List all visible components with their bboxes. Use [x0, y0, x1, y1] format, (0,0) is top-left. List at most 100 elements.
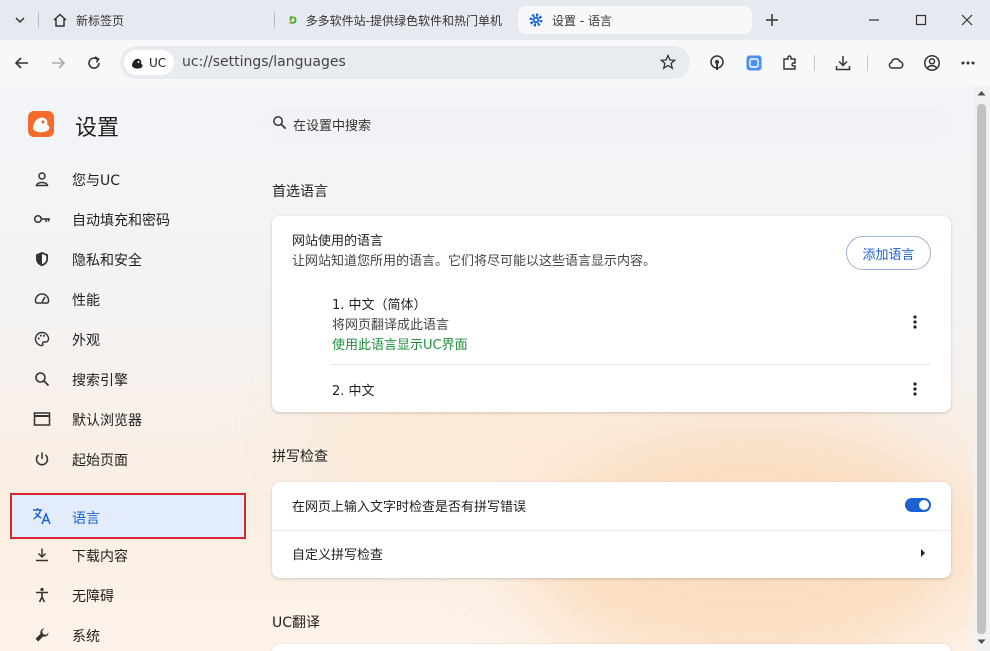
sidebar-item-you-and-uc[interactable]: 您与UC [10, 159, 246, 199]
maximize-button[interactable] [905, 6, 937, 34]
sidebar-item-system[interactable]: 系统 [10, 615, 246, 651]
sidebar-item-default-browser[interactable]: 默认浏览器 [10, 399, 246, 439]
palette-icon [32, 329, 52, 349]
add-language-button[interactable]: 添加语言 [846, 236, 931, 270]
tab-settings-language[interactable]: 设置 - 语言 [518, 6, 752, 34]
tab-strip: 新标签页 多多软件站-提供绿色软件和热门单机 设置 - 语言 [0, 0, 990, 40]
toggle-knob [919, 500, 929, 510]
sidebar-item-label: 搜索引擎 [72, 373, 128, 389]
browser-window-icon [32, 409, 52, 429]
section-title-spell-check: 拼写检查 [272, 449, 328, 465]
maximize-icon [915, 14, 927, 26]
search-icon [273, 116, 287, 130]
podcast-button[interactable] [703, 49, 731, 77]
menu-button[interactable] [954, 49, 982, 77]
more-vertical-icon [913, 382, 917, 396]
forward-button[interactable] [44, 49, 72, 77]
toolbar-divider [867, 55, 868, 71]
sidebar-item-label: 系统 [72, 629, 100, 645]
download-icon [835, 56, 851, 71]
sidebar-item-downloads[interactable]: 下载内容 [10, 535, 246, 575]
minimize-icon [869, 19, 879, 21]
row-divider [272, 530, 951, 531]
section-title-preferred-languages: 首选语言 [272, 184, 328, 200]
downloads-button[interactable] [829, 49, 857, 77]
toolbar: UC uc://settings/languages [0, 40, 990, 86]
gear-icon [529, 13, 543, 27]
translate-icon [32, 506, 52, 526]
account-icon [924, 55, 940, 71]
back-button[interactable] [8, 49, 36, 77]
scrollbar-thumb[interactable] [977, 104, 986, 634]
site-favicon-icon [288, 16, 297, 25]
arrow-left-icon [14, 57, 28, 69]
site-info-chip[interactable]: UC [124, 50, 175, 75]
arrow-right-icon [52, 57, 66, 69]
cloud-button[interactable] [882, 49, 910, 77]
sidebar-item-search-engine[interactable]: 搜索引擎 [10, 359, 246, 399]
sidebar-item-privacy[interactable]: 隐私和安全 [10, 239, 246, 279]
new-tab-button[interactable] [756, 6, 788, 34]
site-chip-label: UC [149, 55, 167, 70]
wrench-icon [32, 625, 52, 645]
section-title-uc-translate: UC翻译 [272, 615, 321, 631]
reload-button[interactable] [80, 49, 108, 77]
sidebar-item-label: 您与UC [72, 173, 121, 189]
sidebar-item-label: 下载内容 [72, 549, 128, 565]
scroll-up-arrow-icon[interactable] [977, 90, 986, 96]
tab-divider [274, 12, 275, 28]
custom-spell-check-button[interactable] [913, 543, 933, 563]
language-ui-note: 使用此语言显示UC界面 [332, 338, 468, 353]
sidebar-item-startup[interactable]: 起始页面 [10, 439, 246, 479]
sidebar-item-language[interactable]: 语言 [10, 493, 246, 539]
settings-page: 设置 您与UC 自动填充和密码 隐私和安全 性能 外观 搜索引擎 默认浏览器 起… [0, 86, 990, 651]
tab-label: 多多软件站-提供绿色软件和热门单机 [305, 13, 502, 28]
uc-squirrel-icon [132, 58, 143, 69]
language-more-button[interactable] [905, 312, 925, 332]
profile-button[interactable] [918, 49, 946, 77]
url-text[interactable]: uc://settings/languages [182, 54, 346, 70]
tab-search-dropdown[interactable] [8, 8, 32, 32]
tab-divider [38, 12, 39, 28]
address-bar[interactable]: UC uc://settings/languages [120, 46, 690, 79]
card-description: 让网站知道您所用的语言。它们将尽可能以这些语言显示内容。 [292, 254, 657, 269]
extension-blue-button[interactable] [740, 49, 768, 77]
sidebar-item-label: 外观 [72, 333, 100, 349]
spell-check-card: 在网页上输入文字时检查是否有拼写错误 自定义拼写检查 [272, 482, 951, 578]
chevron-down-icon [15, 17, 25, 24]
tab-new-tab[interactable]: 新标签页 [42, 6, 267, 34]
language-more-button[interactable] [905, 379, 925, 399]
reload-icon [88, 56, 100, 69]
sidebar-item-autofill[interactable]: 自动填充和密码 [10, 199, 246, 239]
language-translate-note: 将网页翻译成此语言 [332, 318, 450, 333]
sidebar-item-appearance[interactable]: 外观 [10, 319, 246, 359]
cloud-icon [888, 58, 904, 69]
close-icon [961, 14, 973, 26]
custom-spell-check-label: 自定义拼写检查 [292, 548, 384, 563]
power-icon [32, 449, 52, 469]
key-icon [32, 209, 52, 229]
person-icon [32, 169, 52, 189]
spell-check-toggle[interactable] [905, 498, 931, 512]
sidebar-item-performance[interactable]: 性能 [10, 279, 246, 319]
sidebar-item-label: 隐私和安全 [72, 253, 142, 269]
sidebar-item-accessibility[interactable]: 无障碍 [10, 575, 246, 615]
podcast-icon [710, 55, 724, 70]
caret-right-icon [921, 549, 925, 557]
extensions-button[interactable] [776, 49, 804, 77]
download-icon [32, 545, 52, 565]
tab-label: 设置 - 语言 [552, 13, 612, 28]
puzzle-icon [783, 55, 796, 70]
bookmark-button[interactable] [654, 48, 682, 76]
accessibility-icon [32, 585, 52, 605]
minimize-button[interactable] [858, 6, 890, 34]
speedometer-icon [32, 289, 52, 309]
extension-app-icon [746, 55, 762, 71]
scroll-down-arrow-icon[interactable] [977, 639, 986, 645]
page-scrollbar[interactable] [973, 86, 990, 651]
settings-search-input[interactable]: 在设置中搜索 [262, 106, 950, 140]
tab-duoduo-site[interactable]: 多多软件站-提供绿色软件和热门单机 [278, 6, 512, 34]
card-title: 网站使用的语言 [292, 234, 384, 249]
close-window-button[interactable] [951, 6, 983, 34]
sidebar-item-label: 语言 [72, 511, 100, 527]
